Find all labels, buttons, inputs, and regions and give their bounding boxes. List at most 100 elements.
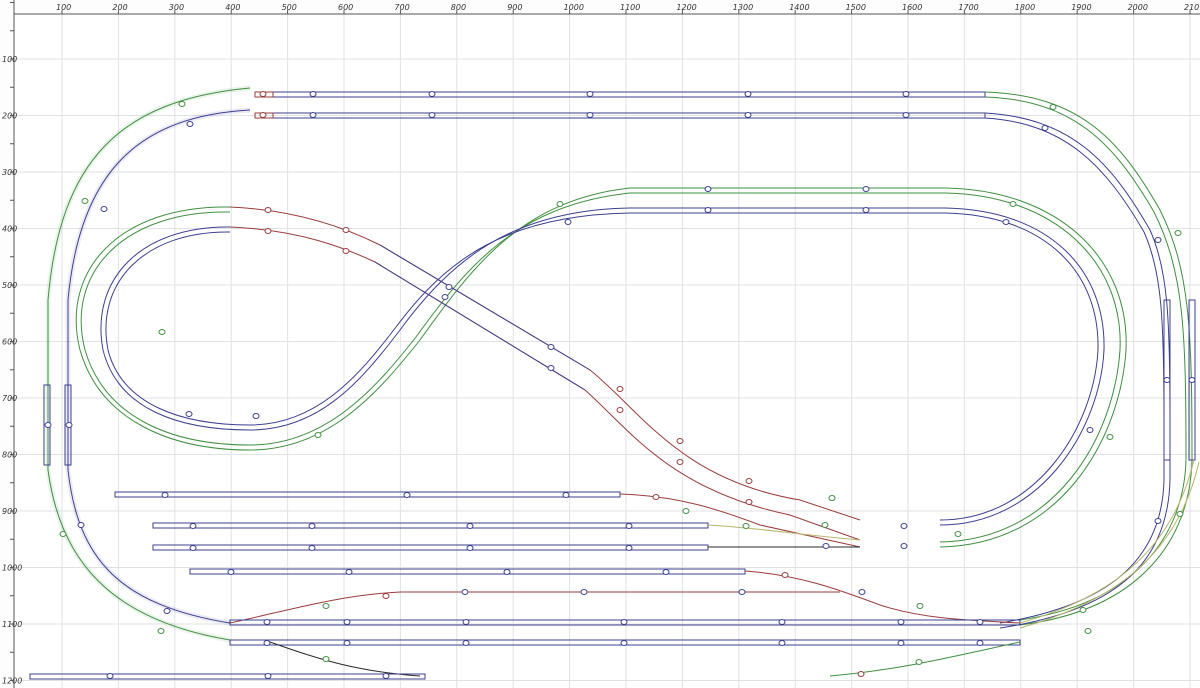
siding-4[interactable] bbox=[189, 568, 1021, 624]
track-joint bbox=[662, 569, 670, 575]
track-joint bbox=[742, 523, 750, 529]
track-joint bbox=[976, 619, 984, 625]
track-joint bbox=[704, 207, 712, 213]
siding-3[interactable] bbox=[152, 544, 709, 551]
x-tick-label: 1600 bbox=[902, 3, 922, 12]
track-joint bbox=[1106, 434, 1114, 440]
track-joint bbox=[227, 569, 235, 575]
track-joint bbox=[441, 294, 449, 300]
track-joint bbox=[616, 407, 624, 413]
inner-loop-left[interactable] bbox=[65, 107, 251, 626]
track-joint bbox=[81, 198, 89, 204]
track-joint bbox=[1163, 377, 1171, 383]
track-joint bbox=[547, 365, 555, 371]
x-tick-label: 1700 bbox=[958, 3, 978, 12]
siding-2-lead[interactable] bbox=[707, 524, 861, 541]
track-joint bbox=[342, 227, 350, 233]
track-joint bbox=[676, 459, 684, 465]
x-tick-label: 700 bbox=[394, 3, 409, 12]
track-joint bbox=[189, 523, 197, 529]
track-joint bbox=[309, 91, 317, 97]
y-tick-label: 200 bbox=[2, 112, 17, 121]
track-joint bbox=[382, 593, 390, 599]
track-joint bbox=[676, 438, 684, 444]
top-straight-outer[interactable] bbox=[254, 91, 986, 98]
track-joint bbox=[342, 248, 350, 254]
track-joint bbox=[428, 91, 436, 97]
track-joint bbox=[625, 545, 633, 551]
track-joint bbox=[954, 531, 962, 537]
track-joint bbox=[1079, 607, 1087, 613]
track-joint bbox=[915, 659, 923, 665]
track-joint bbox=[620, 640, 628, 646]
track-joint bbox=[428, 112, 436, 118]
track-joint bbox=[259, 112, 267, 118]
track-joint bbox=[745, 478, 753, 484]
track-joint bbox=[562, 492, 570, 498]
track-joint bbox=[682, 508, 690, 514]
layout-canvas[interactable]: 100 200 300 400 500 600 700 800 900 1000 1100 1200 1… bbox=[0, 0, 1200, 688]
track-joint bbox=[403, 492, 411, 498]
track-joint bbox=[547, 344, 555, 350]
x-tick-label: 300 bbox=[169, 3, 184, 12]
track-joint bbox=[264, 228, 272, 234]
track-joint bbox=[263, 640, 271, 646]
track-joint bbox=[580, 589, 588, 595]
x-tick-label: 210 bbox=[1184, 3, 1199, 12]
track-joint bbox=[309, 112, 317, 118]
y-tick-label: 800 bbox=[2, 451, 17, 460]
bottom-siding[interactable] bbox=[29, 673, 426, 680]
track-joint bbox=[916, 603, 924, 609]
track-joint bbox=[828, 495, 836, 501]
track-joint bbox=[821, 522, 829, 528]
track-joint bbox=[744, 112, 752, 118]
x-tick-label: 1900 bbox=[1071, 3, 1091, 12]
y-tick-label: 500 bbox=[2, 281, 17, 290]
track-joint bbox=[1084, 628, 1092, 634]
track-joint bbox=[858, 589, 866, 595]
track-joint bbox=[259, 91, 267, 97]
track-joint bbox=[59, 531, 67, 537]
left-ruler: 100200300400500600700800900100011001200 bbox=[0, 0, 22, 688]
top-ruler: 100 200 300 400 500 600 700 800 900 1000 1100 1200 1… bbox=[0, 0, 1200, 15]
track-joint bbox=[778, 619, 786, 625]
x-tick-label: 1500 bbox=[846, 3, 866, 12]
track-joint bbox=[1002, 219, 1010, 225]
siding-2[interactable] bbox=[152, 522, 709, 529]
figure-eight-blue[interactable] bbox=[100, 207, 1105, 526]
track-joint bbox=[902, 91, 910, 97]
track-joint bbox=[252, 413, 260, 419]
track-joint bbox=[781, 572, 789, 578]
flex-curves[interactable] bbox=[1019, 459, 1200, 629]
y-tick-label: 700 bbox=[2, 394, 17, 403]
track-joint bbox=[564, 219, 572, 225]
track-joint bbox=[586, 91, 594, 97]
track-joint bbox=[822, 543, 830, 549]
track-joint bbox=[897, 640, 905, 646]
outer-loop-left[interactable] bbox=[45, 85, 251, 643]
figure-eight-crossing[interactable] bbox=[229, 206, 861, 541]
track-joint bbox=[616, 386, 624, 392]
track-joint bbox=[322, 603, 330, 609]
y-tick-label: 400 bbox=[2, 225, 17, 234]
track-joint bbox=[163, 608, 171, 614]
track-joint bbox=[189, 545, 197, 551]
track-joint bbox=[556, 201, 564, 207]
x-tick-label: 1100 bbox=[620, 3, 640, 12]
track-joint bbox=[263, 619, 271, 625]
track-joint bbox=[44, 422, 52, 428]
y-tick-label: 900 bbox=[2, 507, 17, 516]
figure-eight-green[interactable] bbox=[75, 187, 1127, 548]
track-joint bbox=[744, 91, 752, 97]
track-joint bbox=[343, 619, 351, 625]
track-joint bbox=[1176, 511, 1184, 517]
track-joint bbox=[1041, 125, 1049, 131]
track-joint bbox=[461, 589, 469, 595]
track-joint bbox=[77, 522, 85, 528]
track-joint bbox=[178, 101, 186, 107]
x-tick-label: 200 bbox=[112, 3, 127, 12]
x-tick-label: 1400 bbox=[789, 3, 809, 12]
track-joint bbox=[862, 186, 870, 192]
track-joint bbox=[857, 671, 865, 677]
track-joint bbox=[1174, 230, 1182, 236]
